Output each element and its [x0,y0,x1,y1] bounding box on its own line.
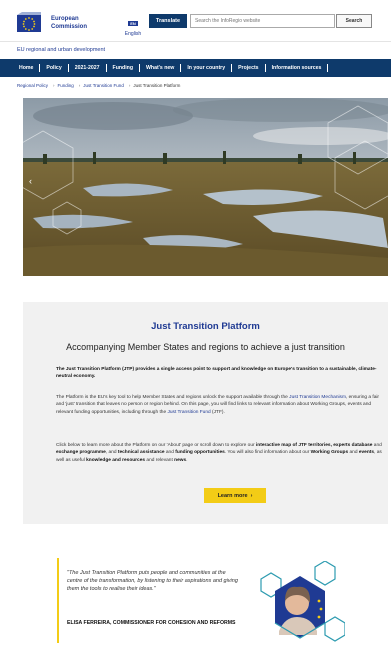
p3-text-a2: and [372,443,382,448]
breadcrumb-separator-icon: › [128,83,131,88]
commissioner-portrait [255,560,346,650]
breadcrumb: Regional Policy › Funding › Just Transition … [17,83,182,88]
nav-item-2021-2027[interactable]: 2021-2027 [69,64,107,72]
p3-bold-4: funding opportunities [175,450,225,456]
breadcrumb-current: Just Transition Platform [133,83,181,88]
intro-bold-text: The Just Transition Platform (JTP) provi… [56,367,377,380]
p3-bold-5: Working Groups [310,450,349,456]
commissioner-quote: "The Just Transition Platform puts peopl… [23,535,388,650]
nav-item-funding[interactable]: Funding [107,64,140,72]
intro-panel: Just Transition Platform Accompanying Me… [23,302,388,524]
just-transition-fund-link[interactable]: Just Transition Fund [167,410,210,415]
breadcrumb-separator-icon: › [78,83,81,88]
logo-wordmark: European Commission [51,15,87,31]
p3-text-a8: and relevant [145,457,175,463]
european-commission-logo[interactable]: European Commission [17,10,103,36]
nav-item-in-your-country[interactable]: In your country [181,64,233,72]
page-subtitle: Accompanying Member States and regions t… [66,342,345,352]
intro-paragraph-3: Click below to learn more about the Plat… [56,442,388,464]
intro-paragraph-1: The Just Transition Platform (JTP) provi… [56,366,388,381]
quote-author: ELISA FERREIRA, COMMISSIONER FOR COHESIO… [67,620,236,626]
main-navigation: Home Policy 2021-2027 Funding What's new… [0,59,391,77]
p2-text-c: (JTF). [210,409,225,415]
nav-item-information-sources[interactable]: Information sources [266,64,329,72]
search-input[interactable] [190,14,335,28]
p3-bold-8: news [174,457,187,463]
quote-accent-bar [57,558,59,643]
learn-more-label: Learn more [217,492,248,499]
nav-item-home[interactable]: Home [17,64,41,72]
breadcrumb-regional-policy[interactable]: Regional Policy [17,83,48,88]
p3-text-a: Click below to learn more about the Plat… [56,443,256,448]
quote-text: "The Just Transition Platform puts peopl… [67,570,238,592]
p3-text-a5: . You will also find information about o… [224,450,311,456]
p3-text-a4: and [164,450,176,456]
language-code: EN [128,21,138,26]
language-selector[interactable]: EN English [124,12,142,37]
breadcrumb-separator-icon: › [53,83,55,88]
breadcrumb-just-transition-fund[interactable]: Just Transition Fund [83,83,124,88]
translate-button[interactable]: Translate [149,14,187,28]
p3-bold-3: technical assistance [117,450,165,456]
page-title: Just Transition Platform [151,321,260,332]
p3-bold-2: exchange programme [56,450,106,456]
eu-flag-icon [17,12,43,34]
hero-image: ‹ [23,98,388,276]
p2-text-a: The Platform is the EU's key tool to hel… [56,395,290,400]
p3-text-a9: . [186,457,188,463]
chevron-left-icon[interactable] [26,176,34,186]
site-name-bar: EU regional and urban development [0,42,391,59]
p3-bold-6: events [358,450,375,456]
breadcrumb-funding[interactable]: Funding [58,83,74,88]
p3-bold-1: interactive map of JTF territories, expe… [255,443,373,448]
logo-line-2: Commission [51,24,88,30]
nav-item-projects[interactable]: Projects [232,64,266,72]
logo-line-1: European [51,16,79,22]
site-name-link[interactable]: EU regional and urban development [17,47,105,53]
language-label: English [124,31,142,37]
site-header: European Commission EN English Translate… [0,0,391,42]
p3-text-a6: and [348,450,359,456]
intro-paragraph-2: The Platform is the EU's key tool to hel… [56,394,388,416]
learn-more-button[interactable]: Learn more › [204,488,266,503]
just-transition-mechanism-link[interactable]: Just Transition Mechanism [289,395,346,400]
p3-text-a3: , and [105,450,118,456]
chevron-right-icon: › [250,492,253,499]
nav-item-policy[interactable]: Policy [40,64,69,72]
search-button[interactable]: Search [336,14,372,28]
p3-bold-7: knowledge and resources [86,457,146,463]
nav-item-whats-new[interactable]: What's new [140,64,182,72]
